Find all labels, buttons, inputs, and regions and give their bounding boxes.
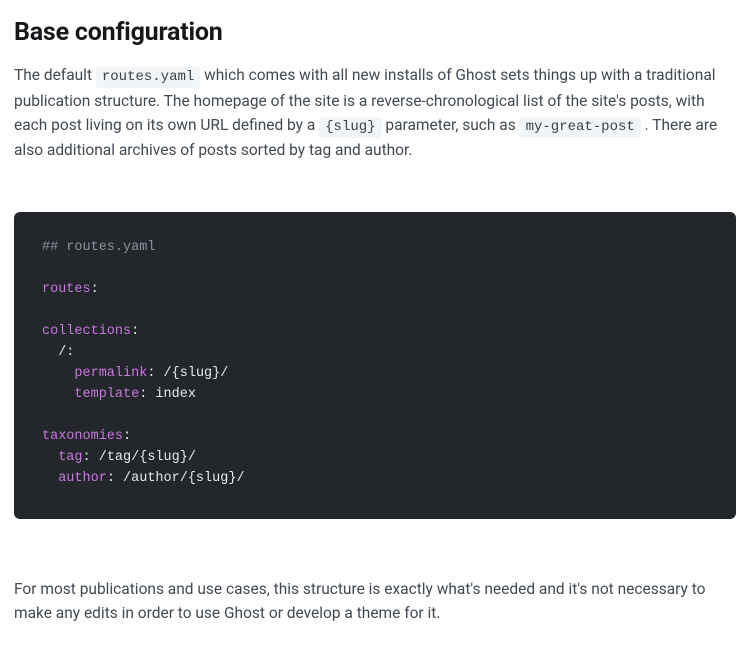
code-key: author: [42, 471, 107, 486]
text: The default: [14, 66, 96, 84]
code-punct: :: [91, 282, 99, 297]
code-comment: ## routes.yaml: [42, 240, 155, 255]
inline-code-example-slug: my-great-post: [520, 117, 641, 138]
code-key: collections: [42, 324, 131, 339]
code-punct: :: [83, 450, 91, 465]
code-value: /{slug}/: [155, 366, 228, 381]
code-punct: :: [131, 324, 139, 339]
code-key: template: [42, 387, 139, 402]
section-heading: Base configuration: [14, 18, 736, 47]
code-punct: :: [107, 471, 115, 486]
code-value: /author/{slug}/: [115, 471, 245, 486]
inline-code-slug: {slug}: [319, 117, 381, 138]
intro-paragraph: The default routes.yaml which comes with…: [14, 63, 736, 162]
outro-paragraph: For most publications and use cases, thi…: [14, 577, 736, 625]
inline-code-routes-yaml: routes.yaml: [96, 67, 200, 88]
code-block-routes-yaml: ## routes.yaml routes: collections: /: p…: [14, 212, 736, 519]
code-punct: :: [123, 429, 131, 444]
code-key: permalink: [42, 366, 147, 381]
code-key: tag: [42, 450, 83, 465]
code-key: routes: [42, 282, 91, 297]
code-value: /:: [42, 345, 74, 360]
code-value: index: [147, 387, 196, 402]
text: parameter, such as: [382, 116, 520, 134]
code-value: /tag/{slug}/: [91, 450, 196, 465]
code-key: taxonomies: [42, 429, 123, 444]
